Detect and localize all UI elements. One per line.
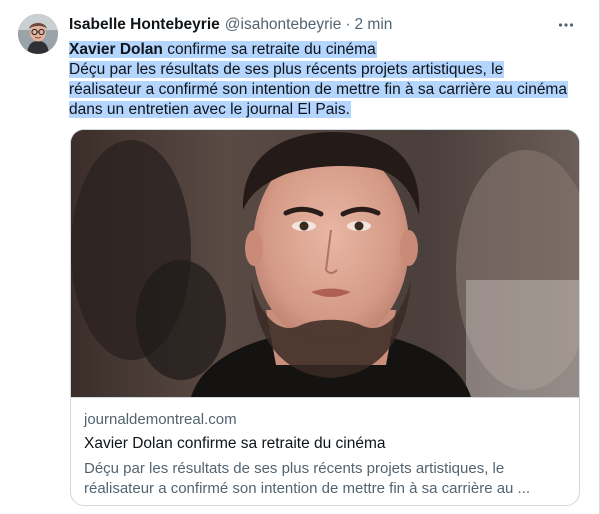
portrait-photo-icon <box>71 130 579 397</box>
card-description-line-2: réalisateur a confirmé son intention de … <box>84 480 531 497</box>
card-domain: journaldemontreal.com <box>84 411 237 428</box>
tweet-text-line-3: réalisateur a confirmé son intention de … <box>69 81 568 98</box>
person-avatar-icon <box>18 14 58 54</box>
link-preview-card[interactable]: journaldemontreal.com Xavier Dolan confi… <box>70 129 580 506</box>
card-description-line-1: Déçu par les résultats de ses plus récen… <box>84 460 505 477</box>
card-body: journaldemontreal.com Xavier Dolan confi… <box>84 410 566 499</box>
card-title[interactable]: Xavier Dolan confirme sa retraite du cin… <box>84 434 566 454</box>
card-divider <box>71 397 579 398</box>
tweet-text-title-rest: confirme sa retraite du cinéma <box>162 41 376 58</box>
tweet-text: Xavier Dolan confirme sa retraite du cin… <box>69 40 581 120</box>
author-display-name[interactable]: Isabelle Hontebeyrie <box>69 16 220 34</box>
card-description: Déçu par les résultats de ses plus récen… <box>84 459 566 499</box>
tweet: Isabelle Hontebeyrie @isahontebeyrie · 2… <box>0 0 600 514</box>
tweet-text-title-bold: Xavier Dolan <box>69 41 163 58</box>
card-image[interactable] <box>71 130 579 397</box>
author-avatar[interactable] <box>18 14 58 54</box>
tweet-text-line-4: dans un entretien avec le journal El Pai… <box>69 101 351 118</box>
header-separator: · <box>345 16 351 33</box>
tweet-text-line-2: Déçu par les résultats de ses plus récen… <box>69 61 505 78</box>
author-handle[interactable]: @isahontebeyrie <box>225 16 342 34</box>
ellipsis-icon <box>558 23 574 27</box>
more-options-button[interactable] <box>555 14 577 36</box>
tweet-header: Isabelle Hontebeyrie @isahontebeyrie · 2… <box>69 14 579 36</box>
tweet-timestamp[interactable]: 2 min <box>355 16 393 34</box>
